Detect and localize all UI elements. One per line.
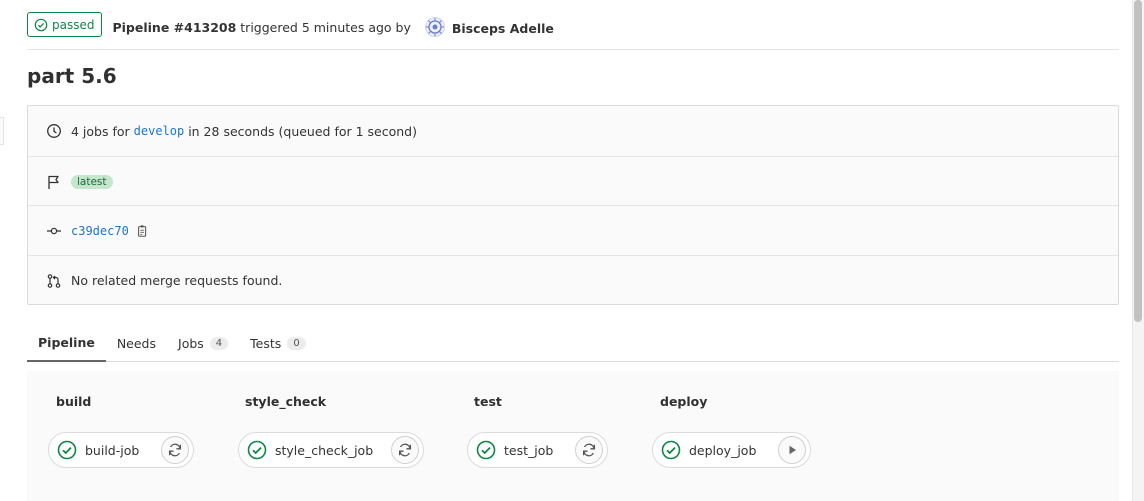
check-circle-icon [34, 18, 48, 31]
commit-row: c39dec70 [28, 205, 1118, 255]
pipeline-header: passed Pipeline #413208 triggered 5 minu… [27, 12, 1119, 50]
flag-icon [48, 175, 59, 189]
author-name[interactable]: Bisceps Adelle [452, 21, 554, 36]
success-status-icon [57, 440, 77, 460]
avatar[interactable] [424, 17, 445, 37]
job-name: deploy_job [689, 442, 757, 458]
commit-sha-link[interactable]: c39dec70 [71, 224, 129, 238]
success-status-icon [661, 440, 681, 460]
jobs-duration-row: 4 jobs for develop in 28 seconds (queued… [28, 106, 1118, 156]
jobs-count-badge: 4 [209, 337, 229, 350]
tab-needs[interactable]: Needs [106, 325, 167, 362]
latest-tag: latest [71, 174, 113, 189]
tab-jobs[interactable]: Jobs 4 [167, 325, 239, 362]
tab-pipeline[interactable]: Pipeline [27, 325, 106, 362]
tab-label: Tests [250, 336, 282, 351]
scrollbar[interactable] [1132, 0, 1144, 501]
stage-title-style-check: style_check [245, 394, 327, 409]
status-badge[interactable]: passed [27, 12, 103, 37]
job-test[interactable]: test_job [467, 432, 608, 468]
sidebar-collapse-edge[interactable] [0, 117, 4, 145]
pipeline-graph: build style_check test deploy build-job … [27, 371, 1119, 501]
retry-icon [582, 443, 596, 457]
tab-label: Jobs [178, 336, 204, 351]
retry-icon [168, 443, 182, 457]
commit-icon [47, 227, 61, 234]
pipeline-tabs: Pipeline Needs Jobs 4 Tests 0 [27, 325, 1119, 362]
page-title: part 5.6 [27, 64, 117, 88]
job-build[interactable]: build-job [48, 432, 194, 468]
pipeline-id[interactable]: Pipeline #413208 [112, 20, 236, 35]
success-status-icon [476, 440, 496, 460]
retry-icon [398, 443, 412, 457]
triggered-text: triggered 5 minutes ago by [236, 19, 415, 35]
tab-label: Needs [116, 336, 157, 351]
job-name: build-job [85, 442, 140, 458]
tests-count-badge: 0 [287, 337, 306, 350]
merge-request-row: No related merge requests found. [28, 255, 1118, 305]
branch-link[interactable]: develop [134, 124, 185, 138]
jobs-suffix: in 28 seconds (queued for 1 second) [184, 123, 417, 139]
scrollbar-thumb[interactable] [1134, 0, 1142, 322]
tab-label: Pipeline [38, 335, 95, 350]
tags-row: latest [28, 156, 1118, 206]
retry-button[interactable] [391, 436, 419, 464]
status-label: passed [52, 17, 95, 32]
stage-title-test: test [474, 394, 502, 409]
play-icon [789, 445, 796, 455]
play-button[interactable] [778, 436, 806, 464]
jobs-prefix: 4 jobs for [71, 123, 134, 139]
job-deploy[interactable]: deploy_job [652, 432, 811, 468]
pipeline-summary: Pipeline #413208 triggered 5 minutes ago… [112, 17, 554, 37]
merge-request-text: No related merge requests found. [71, 273, 283, 288]
stage-title-build: build [56, 394, 92, 409]
success-status-icon [247, 440, 267, 460]
job-style-check[interactable]: style_check_job [238, 432, 424, 468]
retry-button[interactable] [575, 436, 603, 464]
stage-title-deploy: deploy [660, 394, 708, 409]
retry-button[interactable] [161, 436, 189, 464]
tab-tests[interactable]: Tests 0 [239, 325, 317, 362]
merge-request-icon [47, 273, 61, 288]
job-name: style_check_job [275, 442, 374, 458]
job-name: test_job [504, 442, 554, 458]
pipeline-info-box: 4 jobs for develop in 28 seconds (queued… [27, 105, 1119, 305]
clock-icon [47, 124, 61, 138]
copy-icon[interactable] [136, 224, 150, 238]
